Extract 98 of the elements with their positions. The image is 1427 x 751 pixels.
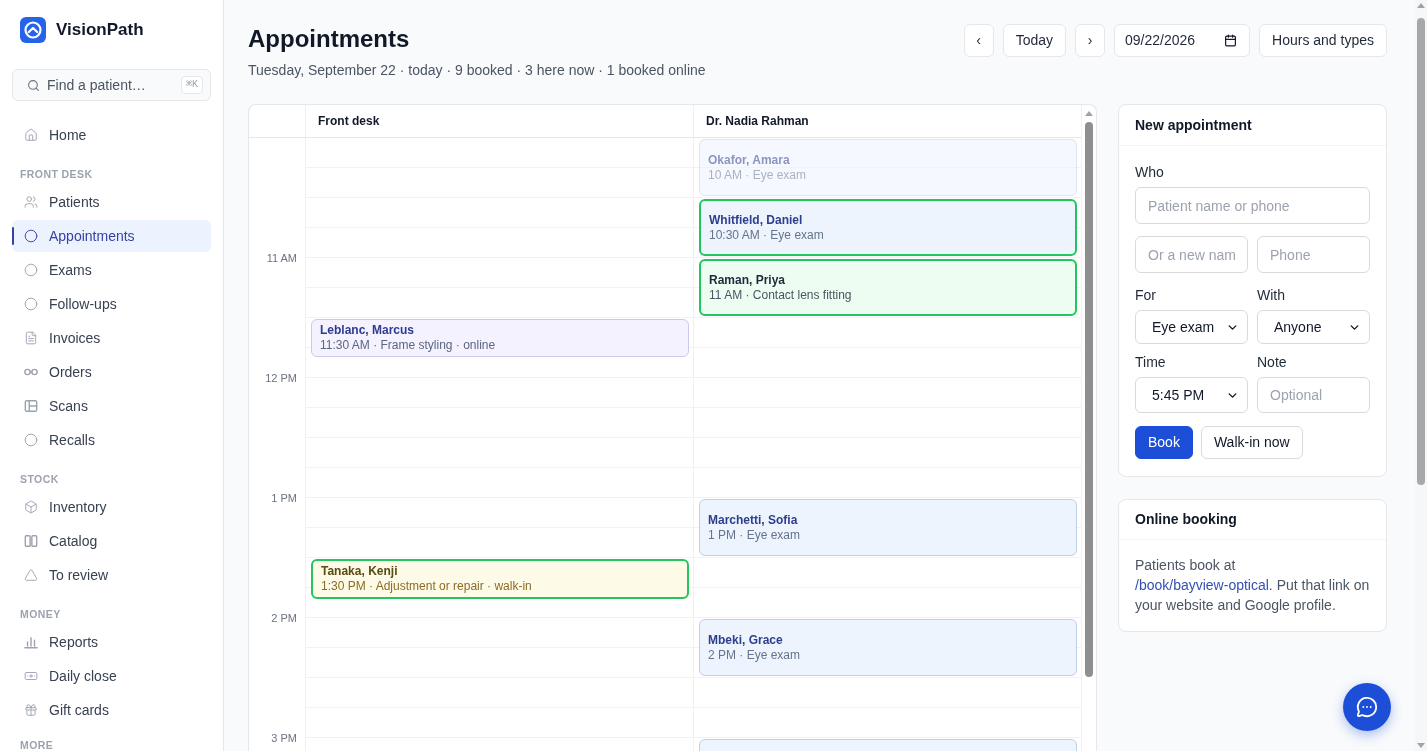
hours-and-types-button[interactable]: Hours and types [1259, 24, 1387, 57]
patient-name: Whitfield, Daniel [709, 212, 804, 228]
field-label: Who [1135, 163, 1165, 181]
section-label: STOCK [20, 473, 60, 485]
appointment-card[interactable]: Mbeki, Grace 2 PM · Eye exam [699, 619, 1077, 676]
date-field[interactable]: 09/22/2026 [1114, 24, 1251, 57]
nav-item[interactable]: Inventory [12, 491, 211, 523]
nav-item[interactable]: Scans [12, 390, 211, 422]
walk-in-button[interactable]: Walk-in now [1200, 426, 1303, 459]
column-header: Dr. Nadia Rahman [706, 113, 809, 129]
banknote-icon [24, 669, 38, 683]
booking-info-text: Patients book at /book/bayview-optical. Put that link on your website and Google profile. [1135, 556, 1370, 615]
appointment-detail: 11 AM · Contact lens fitting [709, 287, 853, 303]
patient-name: Raman, Priya [709, 272, 787, 288]
logo-icon [20, 17, 46, 43]
nav-item[interactable]: Patients [12, 186, 211, 218]
time-label: 1 PM [271, 492, 297, 504]
chat-button[interactable] [1343, 683, 1391, 731]
field-label: Time [1135, 353, 1167, 371]
section-label: FRONT DESK [20, 168, 94, 180]
appointment-detail: 1:30 PM · Adjustment or repair · walk-in [321, 579, 533, 594]
time-label: 12 PM [265, 372, 297, 384]
dropdown[interactable]: Anyone [1257, 310, 1370, 344]
text-field[interactable]: Patient name or phone [1135, 187, 1370, 224]
nav-item[interactable]: Invoices [12, 322, 211, 354]
appointment-card[interactable]: Whitfield, Daniel 10:30 AM · Eye exam [699, 199, 1077, 256]
calendar-icon [1224, 34, 1238, 47]
appointment-detail: 1 PM · Eye exam [708, 527, 802, 543]
appointment-card[interactable]: Raman, Priya 11 AM · Contact lens fitting [699, 259, 1077, 316]
card-title: New appointment [1135, 115, 1252, 135]
two-panels-icon [24, 534, 38, 548]
nav-item[interactable]: Appointments [12, 220, 211, 252]
appointment-detail: 11:30 AM · Frame styling · online [320, 338, 497, 353]
page-scrollbar[interactable] [1415, 0, 1427, 751]
triangle-icon [24, 568, 38, 582]
dropdown[interactable]: Eye exam [1135, 310, 1248, 344]
nav-item[interactable]: Daily close [12, 660, 211, 692]
appointment-card[interactable]: Leblanc, Marcus 11:30 AM · Frame styling · online [311, 319, 689, 357]
nav-item[interactable]: Gift cards [12, 694, 211, 726]
appointment-detail: 10:30 AM · Eye exam [709, 227, 825, 243]
booking-link[interactable]: /book/bayview-optical [1135, 577, 1269, 593]
time-label: 2 PM [271, 612, 297, 624]
house-icon [24, 128, 38, 142]
previous-day-button[interactable]: ‹ [963, 24, 994, 57]
time-label: 11 AM [266, 252, 297, 264]
nav-item[interactable]: To review [12, 559, 211, 591]
brand-name: VisionPath [56, 19, 144, 41]
appointment-card[interactable]: Tanaka, Kenji 1:30 PM · Adjustment or repair · walk-in [311, 559, 689, 599]
page-summary: Tuesday, September 22 · today · 9 booked · 3 here now · 1 booked online [248, 61, 706, 79]
chat-icon [1356, 696, 1378, 718]
circle-icon [24, 433, 38, 447]
scrollbar-thumb[interactable] [1085, 122, 1093, 677]
grid-icon [24, 399, 38, 413]
field-label: For [1135, 286, 1157, 304]
document-icon [24, 331, 38, 345]
search-icon [27, 79, 40, 92]
scroll-down-icon[interactable] [1417, 743, 1425, 748]
scrollbar-thumb[interactable] [1417, 18, 1425, 485]
scroll-up-icon[interactable] [1417, 3, 1425, 8]
next-day-button[interactable]: › [1075, 24, 1106, 57]
circle-icon [24, 229, 38, 243]
appointment-detail: 10 AM · Eye exam [708, 167, 808, 183]
text-field[interactable]: Phone [1257, 236, 1370, 273]
patient-name: Leblanc, Marcus [320, 323, 416, 338]
shortcut-key: ⌘K [180, 76, 203, 94]
patient-name: Okafor, Amara [708, 152, 791, 168]
text-field[interactable]: Or a new nam [1135, 236, 1248, 273]
box-icon [24, 500, 38, 514]
section-label: MONEY [20, 608, 62, 620]
bar-chart-icon [24, 635, 38, 649]
patient-name: Tanaka, Kenji [321, 564, 399, 579]
nav-item[interactable]: Catalog [12, 525, 211, 557]
column-header: Front desk [318, 113, 380, 129]
dropdown[interactable]: 5:45 PM [1135, 377, 1248, 413]
page-title: Appointments [248, 24, 411, 54]
scroll-up-icon[interactable] [1085, 111, 1093, 116]
field-label: With [1257, 286, 1286, 304]
nav-item[interactable]: Exams [12, 254, 211, 286]
nav-item[interactable]: Orders [12, 356, 211, 388]
nav-item[interactable]: Recalls [12, 424, 211, 456]
patient-name: Mbeki, Grace [708, 632, 784, 648]
patient-name: Marchetti, Sofia [708, 512, 799, 528]
text-field[interactable]: Optional [1257, 377, 1370, 413]
nav-item[interactable]: Home [12, 119, 211, 151]
field-label: Note [1257, 353, 1288, 371]
nav-item[interactable]: Reports [12, 626, 211, 658]
users-icon [24, 195, 38, 209]
nav-item[interactable]: Follow-ups [12, 288, 211, 320]
appointment-card[interactable]: Marchetti, Sofia 1 PM · Eye exam [699, 499, 1077, 556]
circle-icon [24, 297, 38, 311]
circle-icon [24, 263, 38, 277]
book-button[interactable]: Book [1135, 426, 1193, 459]
gift-icon [24, 703, 38, 717]
card-title: Online booking [1135, 510, 1237, 529]
appointment-detail: 2 PM · Eye exam [708, 647, 802, 663]
section-label: MORE [20, 739, 55, 751]
time-label: 3 PM [271, 732, 297, 744]
today-button[interactable]: Today [1002, 24, 1067, 57]
